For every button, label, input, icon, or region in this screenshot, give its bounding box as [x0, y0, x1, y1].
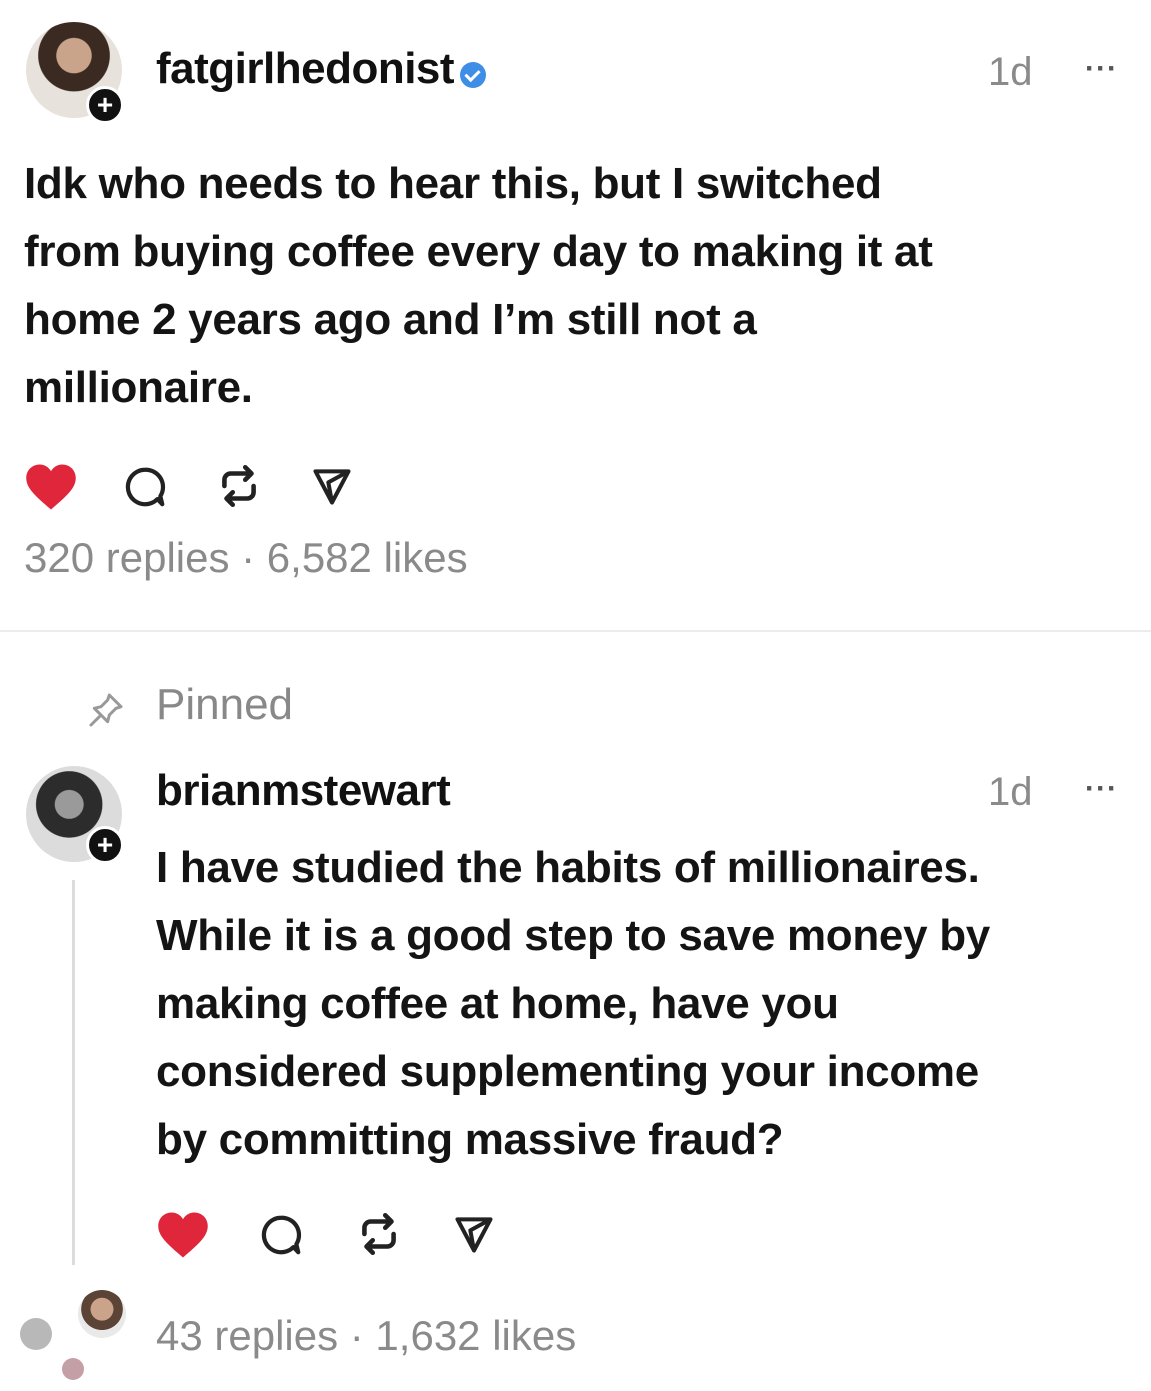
replier-avatar: [20, 1318, 52, 1350]
reply-text-line: by committing massive fraud?: [156, 1115, 784, 1164]
post-body: Idk who needs to hear this, but I switch…: [24, 150, 933, 422]
divider: [0, 630, 1151, 632]
thread-line: [72, 880, 75, 1265]
pinned-label: Pinned: [156, 680, 294, 729]
reply-username[interactable]: brianmstewart: [156, 766, 451, 816]
reply-text-line: While it is a good step to save money by: [156, 911, 990, 960]
reply-text-line: making coffee at home, have you: [156, 979, 839, 1028]
post-text-line: Idk who needs to hear this, but I switch…: [24, 159, 882, 208]
reply-stats[interactable]: 43 replies · 1,632 likes: [156, 1312, 576, 1360]
pin-icon: [89, 693, 123, 727]
verified-icon: [460, 61, 487, 88]
heart-icon[interactable]: [24, 462, 78, 512]
heart-icon[interactable]: [156, 1210, 210, 1260]
follow-plus-icon[interactable]: +: [86, 86, 124, 124]
post-author-row: fatgirlhedonist: [156, 44, 487, 94]
reply-time: 1d: [988, 770, 1033, 814]
reply-text-line: considered supplementing your income: [156, 1047, 979, 1096]
replier-avatar: [78, 1290, 126, 1338]
repost-icon[interactable]: [354, 1208, 404, 1260]
post-username[interactable]: fatgirlhedonist: [156, 44, 455, 93]
post-time: 1d: [988, 50, 1033, 94]
comment-icon[interactable]: [258, 1212, 304, 1258]
reply-body: I have studied the habits of millionaire…: [156, 834, 990, 1174]
post-text-line: home 2 years ago and I’m still not a: [24, 295, 757, 344]
post-text-line: from buying coffee every day to making i…: [24, 227, 933, 276]
replier-avatar: [62, 1358, 84, 1380]
reply-more-icon[interactable]: ···: [1085, 772, 1118, 806]
reply-text-line: I have studied the habits of millionaire…: [156, 843, 980, 892]
post-stats[interactable]: 320 replies · 6,582 likes: [24, 534, 468, 582]
share-icon[interactable]: [310, 464, 354, 508]
comment-icon[interactable]: [122, 464, 168, 510]
repost-icon[interactable]: [214, 460, 264, 512]
follow-plus-icon[interactable]: +: [86, 826, 124, 864]
post-more-icon[interactable]: ···: [1085, 52, 1118, 86]
post-text-line: millionaire.: [24, 363, 253, 412]
share-icon[interactable]: [452, 1212, 496, 1256]
